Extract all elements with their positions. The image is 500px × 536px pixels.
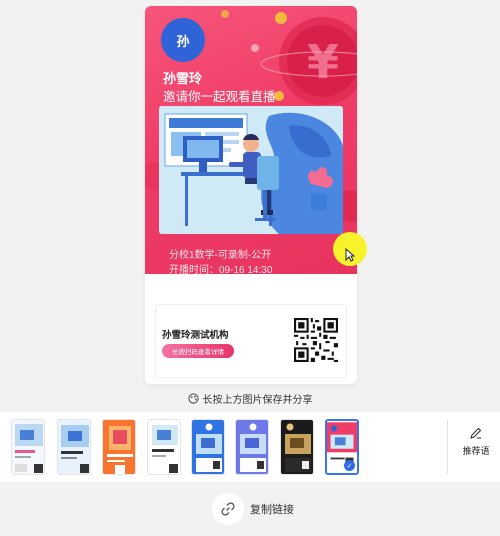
template-thumbnail-2[interactable]	[57, 419, 91, 475]
poster-illustration	[159, 106, 343, 234]
scan-detail-button: 长按扫码查看详情	[162, 344, 234, 358]
template-thumbnail-8-selected[interactable]: ✓	[325, 419, 359, 475]
template-thumbnail-5[interactable]	[191, 419, 225, 475]
save-hint: 长按上方图片保存并分享	[0, 391, 500, 406]
mouse-cursor-icon	[345, 248, 355, 262]
qr-code-icon	[294, 318, 338, 362]
selected-check-icon: ✓	[344, 460, 355, 471]
currency-symbol: ¥	[307, 35, 339, 89]
avatar-initial: 孙	[176, 33, 190, 49]
share-poster[interactable]: ¥ 孙 孙雪玲 邀请你一起观看直播 分校1数学-可录制-公开 开播时间：09-1…	[145, 6, 357, 384]
palette-icon	[187, 393, 199, 404]
host-name: 孙雪玲	[163, 71, 203, 86]
poster-footer: 孙雪玲测试机构 长按扫码查看详情	[155, 304, 347, 378]
course-title: 分校1数学-可录制-公开	[169, 250, 272, 261]
copy-link-label: 复制链接	[250, 504, 294, 516]
save-hint-text: 长按上方图片保存并分享	[202, 395, 313, 406]
person-at-desk-illustration	[159, 106, 343, 234]
host-avatar: 孙	[161, 18, 205, 62]
template-strip: ✓ 推荐语	[0, 412, 500, 482]
template-thumbnail-4[interactable]	[147, 419, 181, 475]
template-thumbnail-6[interactable]	[235, 419, 269, 475]
recommend-text-button[interactable]: 推荐语	[454, 426, 498, 457]
recommend-label: 推荐语	[462, 446, 490, 456]
strip-divider	[447, 420, 448, 474]
link-icon	[212, 493, 244, 525]
edit-pen-icon	[470, 427, 482, 439]
copy-link-button[interactable]: 复制链接	[212, 493, 294, 525]
template-thumbnail-1[interactable]	[11, 419, 45, 475]
invite-text: 邀请你一起观看直播	[163, 90, 276, 104]
template-thumbnail-7[interactable]	[280, 419, 314, 475]
organization-name: 孙雪玲测试机构	[162, 330, 229, 341]
wave-divider	[145, 274, 357, 288]
template-thumbnail-3[interactable]	[102, 419, 136, 475]
